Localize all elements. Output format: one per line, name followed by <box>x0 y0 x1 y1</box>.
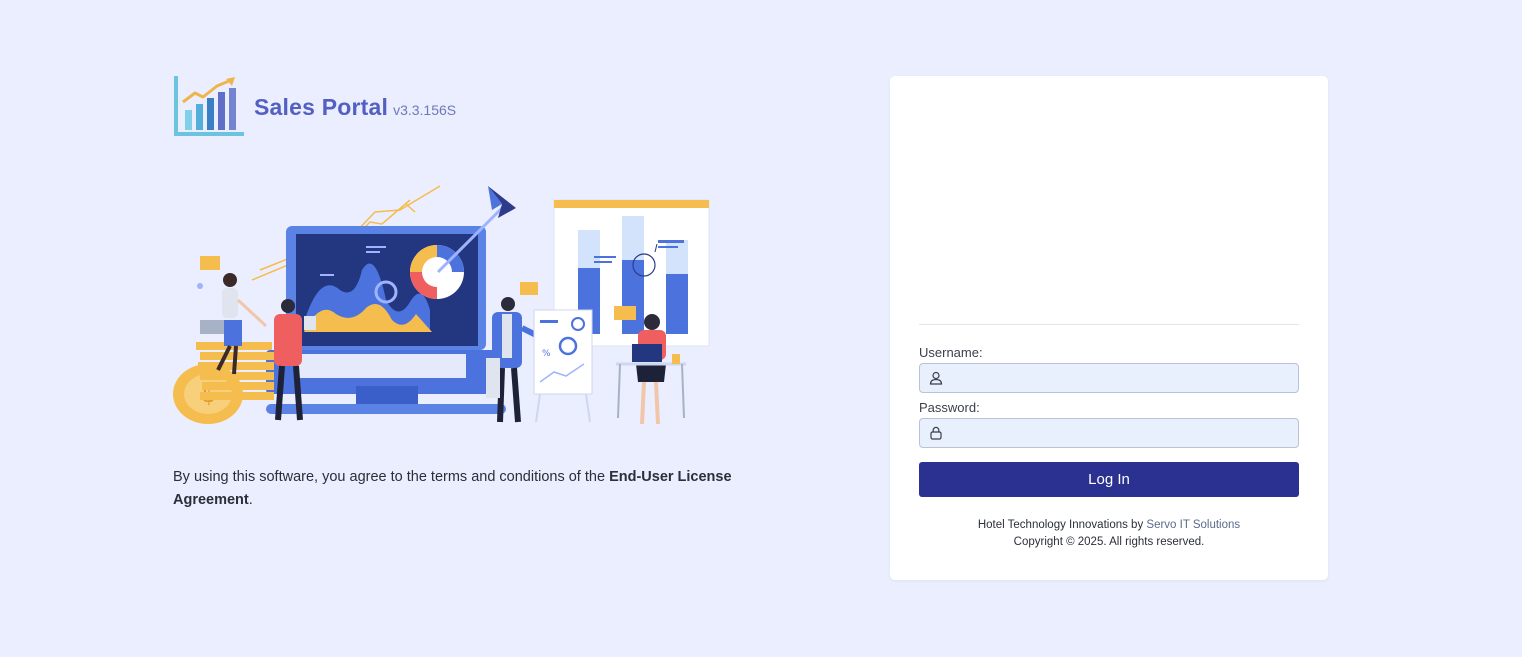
servo-link[interactable]: Servo IT Solutions <box>1146 519 1240 531</box>
app-title: Sales Portal <box>254 93 389 120</box>
username-label: Username: <box>919 345 983 360</box>
flip-chart-percent: % <box>542 349 551 359</box>
license-suffix: . <box>248 492 253 508</box>
footer-copyright: Copyright © 2025. All rights reserved. <box>1013 536 1205 548</box>
brand-header: Sales Portal v3.3.156S <box>173 74 456 138</box>
lock-icon <box>930 426 942 440</box>
coin-stack: $ <box>173 342 274 424</box>
license-prefix: By using this software, you agree to the… <box>173 469 610 485</box>
password-label: Password: <box>919 400 980 415</box>
footer-credit-prefix: Hotel Technology Innovations by <box>977 519 1147 531</box>
app-version: v3.3.156S <box>393 101 457 118</box>
user-icon <box>929 371 943 385</box>
login-button[interactable]: Log In <box>919 462 1299 497</box>
brand-text: Sales Portal v3.3.156S <box>254 94 456 121</box>
bar-chart-growth-icon <box>174 76 244 136</box>
login-card: Username: Password: Log In Hotel Technol… <box>890 76 1328 580</box>
footer-credit: Hotel Technology Innovations by Servo IT… <box>890 517 1328 534</box>
license-notice: By using this software, you agree to the… <box>173 466 793 512</box>
flip-chart: % <box>533 309 593 423</box>
login-page: Sales Portal v3.3.156S % By using this s… <box>0 0 1522 657</box>
business-analytics-illustration: $ <box>173 185 710 425</box>
password-field[interactable] <box>919 418 1299 448</box>
password-input[interactable] <box>943 419 1298 447</box>
card-footer: Hotel Technology Innovations by Servo IT… <box>890 517 1328 551</box>
card-divider <box>919 324 1299 325</box>
username-input[interactable] <box>943 364 1298 392</box>
username-field[interactable] <box>919 363 1299 393</box>
